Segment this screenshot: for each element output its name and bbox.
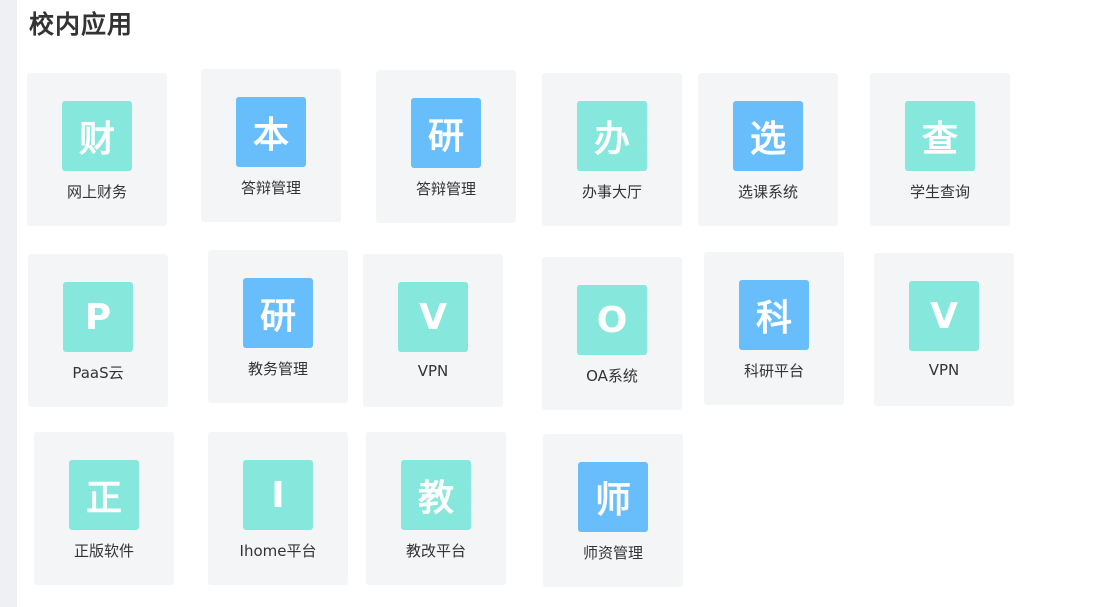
- app-card-vpn[interactable]: V VPN: [363, 254, 503, 407]
- app-label: 办事大厅: [581, 183, 642, 201]
- graduate-icon: 研: [411, 98, 481, 168]
- app-card-service-hall[interactable]: 办 办事大厅: [542, 73, 682, 226]
- faculty-icon: 师: [578, 462, 648, 532]
- app-card-vpn[interactable]: V VPN: [874, 253, 1014, 406]
- oa-icon: O: [577, 285, 647, 355]
- app-card-ihome[interactable]: I Ihome平台: [208, 432, 348, 585]
- app-card-undergrad-defense[interactable]: 本 答辩管理: [201, 69, 341, 222]
- app-card-paas-cloud[interactable]: P PaaS云: [28, 254, 168, 407]
- undergrad-icon: 本: [236, 97, 306, 167]
- ihome-icon: I: [243, 460, 313, 530]
- left-rail: [0, 0, 17, 607]
- app-label: 师资管理: [582, 544, 643, 562]
- teaching-icon: 教: [401, 460, 471, 530]
- app-card-grad-defense[interactable]: 研 答辩管理: [376, 70, 516, 223]
- course-select-icon: 选: [733, 101, 803, 171]
- app-label: OA系统: [586, 367, 638, 385]
- research-icon: 科: [739, 280, 809, 350]
- page-title: 校内应用: [29, 10, 134, 39]
- vpn-icon: V: [909, 281, 979, 351]
- app-card-grad-academic[interactable]: 研 教务管理: [208, 250, 348, 403]
- app-label: VPN: [928, 361, 960, 379]
- app-label: 学生查询: [909, 183, 970, 201]
- app-card-licensed-software[interactable]: 正 正版软件: [34, 432, 174, 585]
- app-card-finance[interactable]: 财 网上财务: [27, 73, 167, 226]
- software-icon: 正: [69, 460, 139, 530]
- app-label: Ihome平台: [239, 542, 317, 560]
- app-card-student-query[interactable]: 查 学生查询: [870, 73, 1010, 226]
- app-label: 网上财务: [66, 183, 127, 201]
- app-label: 教务管理: [247, 360, 308, 378]
- app-label: 教改平台: [405, 542, 466, 560]
- app-card-oa-system[interactable]: O OA系统: [542, 257, 682, 410]
- finance-icon: 财: [62, 101, 132, 171]
- service-icon: 办: [577, 101, 647, 171]
- app-label: 科研平台: [743, 362, 804, 380]
- app-label: PaaS云: [72, 364, 124, 382]
- query-icon: 查: [905, 101, 975, 171]
- app-label: 正版软件: [73, 542, 134, 560]
- graduate-icon: 研: [243, 278, 313, 348]
- app-card-course-selection[interactable]: 选 选课系统: [698, 73, 838, 226]
- vpn-icon: V: [398, 282, 468, 352]
- app-card-teaching-reform[interactable]: 教 教改平台: [366, 432, 506, 585]
- app-card-research-platform[interactable]: 科 科研平台: [704, 252, 844, 405]
- app-label: 答辩管理: [415, 180, 476, 198]
- app-label: 答辩管理: [240, 179, 301, 197]
- app-label: 选课系统: [737, 183, 798, 201]
- app-card-faculty-management[interactable]: 师 师资管理: [543, 434, 683, 587]
- app-label: VPN: [417, 362, 449, 380]
- paas-icon: P: [63, 282, 133, 352]
